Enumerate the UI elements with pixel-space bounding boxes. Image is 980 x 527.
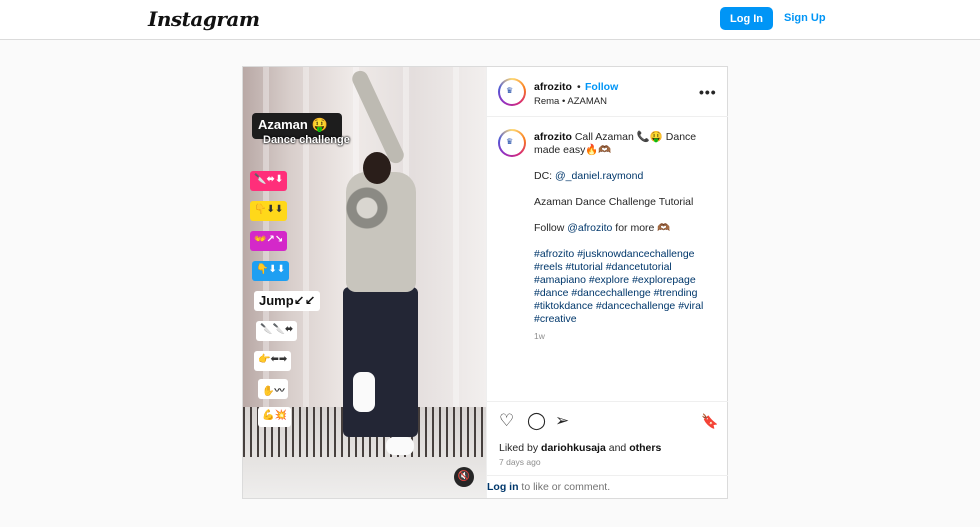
post-sidebar: ♛ afrozito • Follow Rema • AZAMAN ••• ♛ … <box>486 67 728 498</box>
move-sticker-8: ✋〰 <box>258 379 289 399</box>
caption-username[interactable]: afrozito <box>534 131 572 143</box>
save-icon[interactable]: 🔖 <box>701 413 718 430</box>
more-options-icon[interactable]: ••• <box>699 84 717 100</box>
dc-prefix: DC: <box>534 170 553 182</box>
likes-and: and <box>608 442 627 454</box>
top-navigation-bar: Instagram Log In Sign Up <box>0 0 980 40</box>
caption-age: 1w <box>534 331 545 341</box>
likes-user-link[interactable]: dariohkusaja <box>541 442 606 454</box>
move-sticker-7: 👉⬅➡ <box>254 351 292 371</box>
reel-video[interactable]: Azaman 🤑 Dance challenge 🔪⬌⬇ 👇⬇⬇ 👐↗↘ 👇⬇⬇… <box>243 67 486 498</box>
signup-link[interactable]: Sign Up <box>784 12 826 24</box>
follow-prefix: Follow <box>534 222 565 234</box>
like-icon[interactable]: ♡ <box>499 411 514 431</box>
login-prompt: Log in to like or comment. <box>487 475 728 498</box>
follow-mention-link[interactable]: @afrozito <box>567 222 612 234</box>
instagram-logo[interactable]: Instagram <box>148 7 260 31</box>
follow-suffix: for more 🫶🏾 <box>615 222 671 234</box>
post-header: ♛ afrozito • Follow Rema • AZAMAN ••• <box>487 67 728 117</box>
author-username[interactable]: afrozito <box>534 81 572 93</box>
dc-mention-link[interactable]: @_daniel.raymond <box>555 170 643 182</box>
caption-section: ♛ afrozito Call Azaman 📞🤑 Dance made eas… <box>487 117 728 402</box>
login-prompt-link[interactable]: Log in <box>487 481 519 493</box>
post-card: Azaman 🤑 Dance challenge 🔪⬌⬇ 👇⬇⬇ 👐↗↘ 👇⬇⬇… <box>242 66 728 499</box>
move-sticker-1: 🔪⬌⬇ <box>250 171 288 191</box>
likes-prefix: Liked by <box>499 442 539 454</box>
mute-icon[interactable]: 🔇 <box>454 467 474 487</box>
posted-time: 7 days ago <box>499 457 541 467</box>
move-sticker-6: 🔪🔪⬌ <box>256 321 298 341</box>
dancer-figure <box>338 68 428 487</box>
caption-tutorial: Azaman Dance Challenge Tutorial <box>534 196 694 208</box>
login-button[interactable]: Log In <box>720 7 773 30</box>
move-sticker-9: 💪💥 <box>258 407 291 427</box>
move-sticker-4: 👇⬇⬇ <box>252 261 290 281</box>
share-icon[interactable]: ➢ <box>555 411 569 431</box>
follow-button[interactable]: Follow <box>585 81 618 93</box>
hashtags-text[interactable]: #afrozito #jusknowdancechallenge #reels … <box>534 248 719 326</box>
caption-text: afrozito Call Azaman 📞🤑 Dance made easy🔥… <box>534 131 719 339</box>
likes-others-link[interactable]: others <box>629 442 661 454</box>
likes-summary: Liked by dariohkusaja and others <box>499 442 661 454</box>
move-sticker-jump: Jump↙↙ <box>254 291 321 311</box>
move-sticker-3: 👐↗↘ <box>250 231 288 251</box>
separator-dot: • <box>577 81 581 93</box>
caption-avatar[interactable]: ♛ <box>498 129 526 157</box>
login-prompt-text: to like or comment. <box>521 481 611 493</box>
move-sticker-2: 👇⬇⬇ <box>250 201 288 221</box>
audio-location-link[interactable]: Rema • AZAMAN <box>534 96 607 107</box>
comment-icon[interactable]: ◯ <box>527 411 546 431</box>
video-subtitle-overlay: Dance challenge <box>263 134 350 146</box>
author-avatar[interactable]: ♛ <box>498 78 526 106</box>
